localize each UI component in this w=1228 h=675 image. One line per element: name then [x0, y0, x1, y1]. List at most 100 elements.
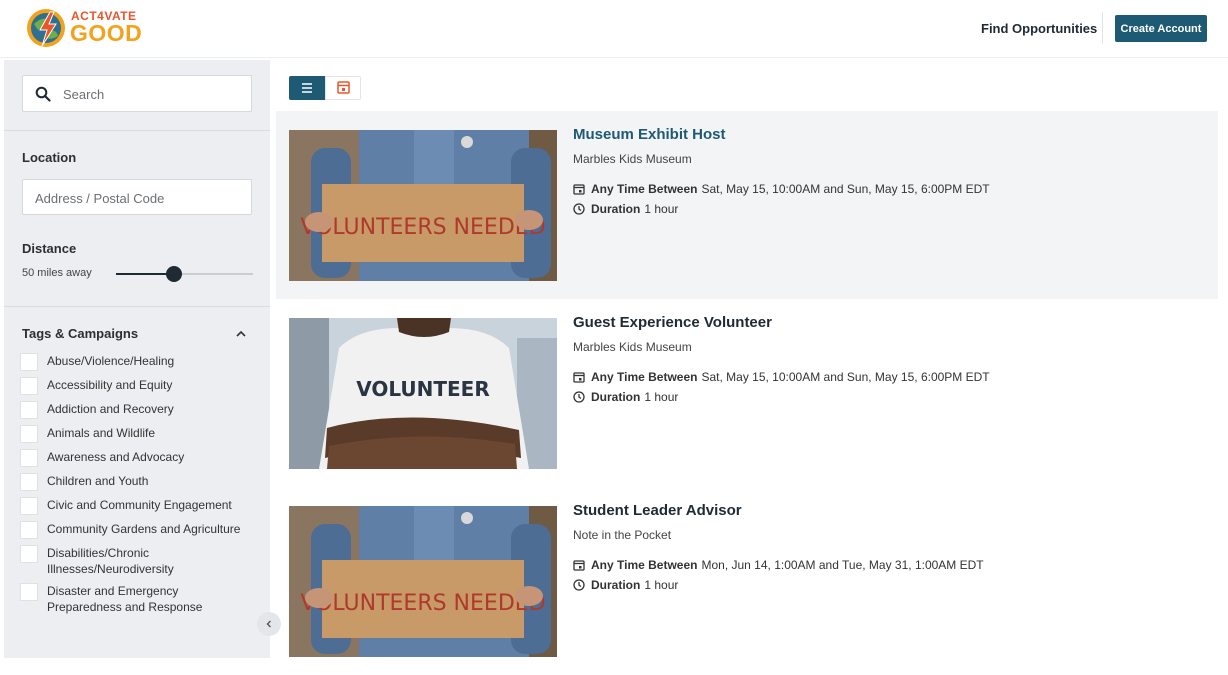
tag-checkbox[interactable] — [20, 425, 38, 443]
opportunity-duration-row: Duration 1 hour — [573, 202, 678, 216]
logo-globe-icon — [27, 9, 65, 47]
time-value: Sat, May 15, 10:00AM and Sun, May 15, 6:… — [701, 370, 990, 384]
time-label: Any Time Between — [591, 370, 698, 384]
distance-label: Distance — [22, 241, 77, 256]
opportunity-organization: Note in the Pocket — [573, 528, 672, 542]
opportunity-card[interactable]: VOLUNTEERS NEEDED Student Leader Advisor N… — [276, 487, 1218, 675]
tag-checkbox-item[interactable]: Awareness and Advocacy — [20, 449, 260, 467]
calendar-icon — [573, 372, 585, 383]
tag-label: Accessibility and Equity — [47, 378, 173, 392]
location-label: Location — [22, 150, 77, 165]
address-field[interactable] — [22, 179, 252, 215]
tag-checkbox[interactable] — [20, 545, 38, 563]
opportunity-duration-row: Duration 1 hour — [573, 578, 678, 592]
top-nav-bar: ACT4VATE GOOD Find Opportunities Create … — [0, 0, 1228, 58]
opportunity-card[interactable]: VOLUNTEER Guest Experience Volunteer Marbl… — [276, 299, 1218, 487]
distance-slider-handle[interactable] — [165, 266, 182, 282]
time-label: Any Time Between — [591, 182, 698, 196]
tag-checkbox-item[interactable]: Children and Youth — [20, 473, 260, 491]
tag-checkbox[interactable] — [20, 473, 38, 491]
chevron-up-icon[interactable] — [235, 328, 247, 340]
tags-campaigns-label: Tags & Campaigns — [22, 326, 139, 341]
tag-checkbox-item[interactable]: Community Gardens and Agriculture — [20, 521, 260, 539]
tag-checkbox-item[interactable]: Accessibility and Equity — [20, 377, 260, 395]
tag-checkbox[interactable] — [20, 449, 38, 467]
tag-label: Awareness and Advocacy — [47, 450, 185, 464]
distance-slider[interactable] — [116, 266, 253, 282]
volunteers-needed-photo: VOLUNTEERS NEEDED — [289, 506, 557, 657]
tags-checkbox-list: Abuse/Violence/Healing Accessibility and … — [20, 353, 260, 621]
time-value: Sat, May 15, 10:00AM and Sun, May 15, 6:… — [701, 182, 990, 196]
search-icon — [35, 86, 51, 102]
opportunity-image[interactable]: VOLUNTEER — [289, 318, 557, 469]
tag-checkbox-item[interactable]: Disabilities/Chronic Illnesses/Neurodive… — [20, 545, 260, 577]
tag-checkbox-item[interactable]: Animals and Wildlife — [20, 425, 260, 443]
tag-checkbox-item[interactable]: Abuse/Violence/Healing — [20, 353, 260, 371]
tag-checkbox[interactable] — [20, 377, 38, 395]
sign-text: VOLUNTEERS NEEDED — [300, 591, 545, 616]
opportunity-time-row: Any Time Between Mon, Jun 14, 1:00AM and … — [573, 558, 984, 572]
calendar-icon — [573, 184, 585, 195]
opportunity-title[interactable]: Guest Experience Volunteer — [573, 314, 772, 331]
clock-icon — [573, 391, 585, 403]
clock-icon — [573, 203, 585, 215]
sidebar-divider — [4, 130, 270, 131]
tag-label: Children and Youth — [47, 474, 149, 488]
opportunity-organization: Marbles Kids Museum — [573, 152, 692, 166]
clock-icon — [573, 579, 585, 591]
duration-label: Duration — [591, 578, 641, 592]
duration-label: Duration — [591, 202, 641, 216]
find-opportunities-link[interactable]: Find Opportunities — [981, 21, 1097, 36]
duration-label: Duration — [591, 390, 641, 404]
tag-label: Addiction and Recovery — [47, 402, 174, 416]
address-input[interactable] — [35, 188, 235, 208]
opportunity-duration-row: Duration 1 hour — [573, 390, 678, 404]
calendar-icon — [337, 81, 350, 94]
calendar-view-button[interactable] — [325, 76, 361, 100]
list-view-button[interactable] — [289, 76, 325, 100]
opportunity-time-row: Any Time Between Sat, May 15, 10:00AM and… — [573, 182, 990, 196]
tag-label: Community Gardens and Agriculture — [47, 522, 241, 536]
calendar-icon — [573, 560, 585, 571]
opportunity-title[interactable]: Museum Exhibit Host — [573, 126, 726, 143]
tag-checkbox-item[interactable]: Disaster and Emergency Preparedness and … — [20, 583, 260, 615]
filter-sidebar: Location Distance 50 miles away Tags & C… — [4, 60, 270, 658]
search-input[interactable] — [63, 84, 243, 104]
duration-value: 1 hour — [644, 578, 679, 592]
volunteer-tshirt-photo: VOLUNTEER — [289, 318, 557, 469]
tag-checkbox-item[interactable]: Civic and Community Engagement — [20, 497, 260, 515]
opportunity-image[interactable]: VOLUNTEERS NEEDED — [289, 130, 557, 281]
tag-checkbox[interactable] — [20, 353, 38, 371]
duration-value: 1 hour — [644, 390, 679, 404]
sidebar-divider — [4, 306, 270, 307]
tag-checkbox[interactable] — [20, 401, 38, 419]
logo-text-bottom: GOOD — [70, 20, 143, 46]
volunteers-needed-photo: VOLUNTEERS NEEDED — [289, 130, 557, 281]
opportunity-title[interactable]: Student Leader Advisor — [573, 502, 742, 519]
tag-label: Civic and Community Engagement — [47, 498, 232, 512]
shirt-text: VOLUNTEER — [356, 377, 490, 401]
opportunity-image[interactable]: VOLUNTEERS NEEDED — [289, 506, 557, 657]
tag-checkbox[interactable] — [20, 497, 38, 515]
nav-divider — [1102, 12, 1103, 44]
tag-checkbox[interactable] — [20, 521, 38, 539]
opportunity-time-row: Any Time Between Sat, May 15, 10:00AM and… — [573, 370, 990, 384]
search-field[interactable] — [22, 75, 252, 112]
tag-label: Animals and Wildlife — [47, 426, 156, 440]
list-icon — [302, 83, 312, 93]
time-label: Any Time Between — [591, 558, 698, 572]
opportunity-card[interactable]: VOLUNTEERS NEEDED Museum Exhibit Host Marb… — [276, 111, 1218, 299]
tag-checkbox[interactable] — [20, 583, 38, 601]
sign-text: VOLUNTEERS NEEDED — [300, 215, 545, 240]
time-value: Mon, Jun 14, 1:00AM and Tue, May 31, 1:0… — [701, 558, 984, 572]
opportunity-organization: Marbles Kids Museum — [573, 340, 692, 354]
create-account-button[interactable]: Create Account — [1115, 15, 1207, 42]
duration-value: 1 hour — [644, 202, 679, 216]
distance-value: 50 miles away — [22, 267, 92, 279]
tag-label: Disabilities/Chronic Illnesses/Neurodive… — [47, 546, 174, 576]
tag-label: Disaster and Emergency Preparedness and … — [47, 584, 203, 614]
chevron-left-icon — [266, 620, 271, 628]
tag-label: Abuse/Violence/Healing — [47, 354, 175, 368]
activate-good-logo[interactable]: ACT4VATE GOOD — [24, 6, 154, 52]
tag-checkbox-item[interactable]: Addiction and Recovery — [20, 401, 260, 419]
